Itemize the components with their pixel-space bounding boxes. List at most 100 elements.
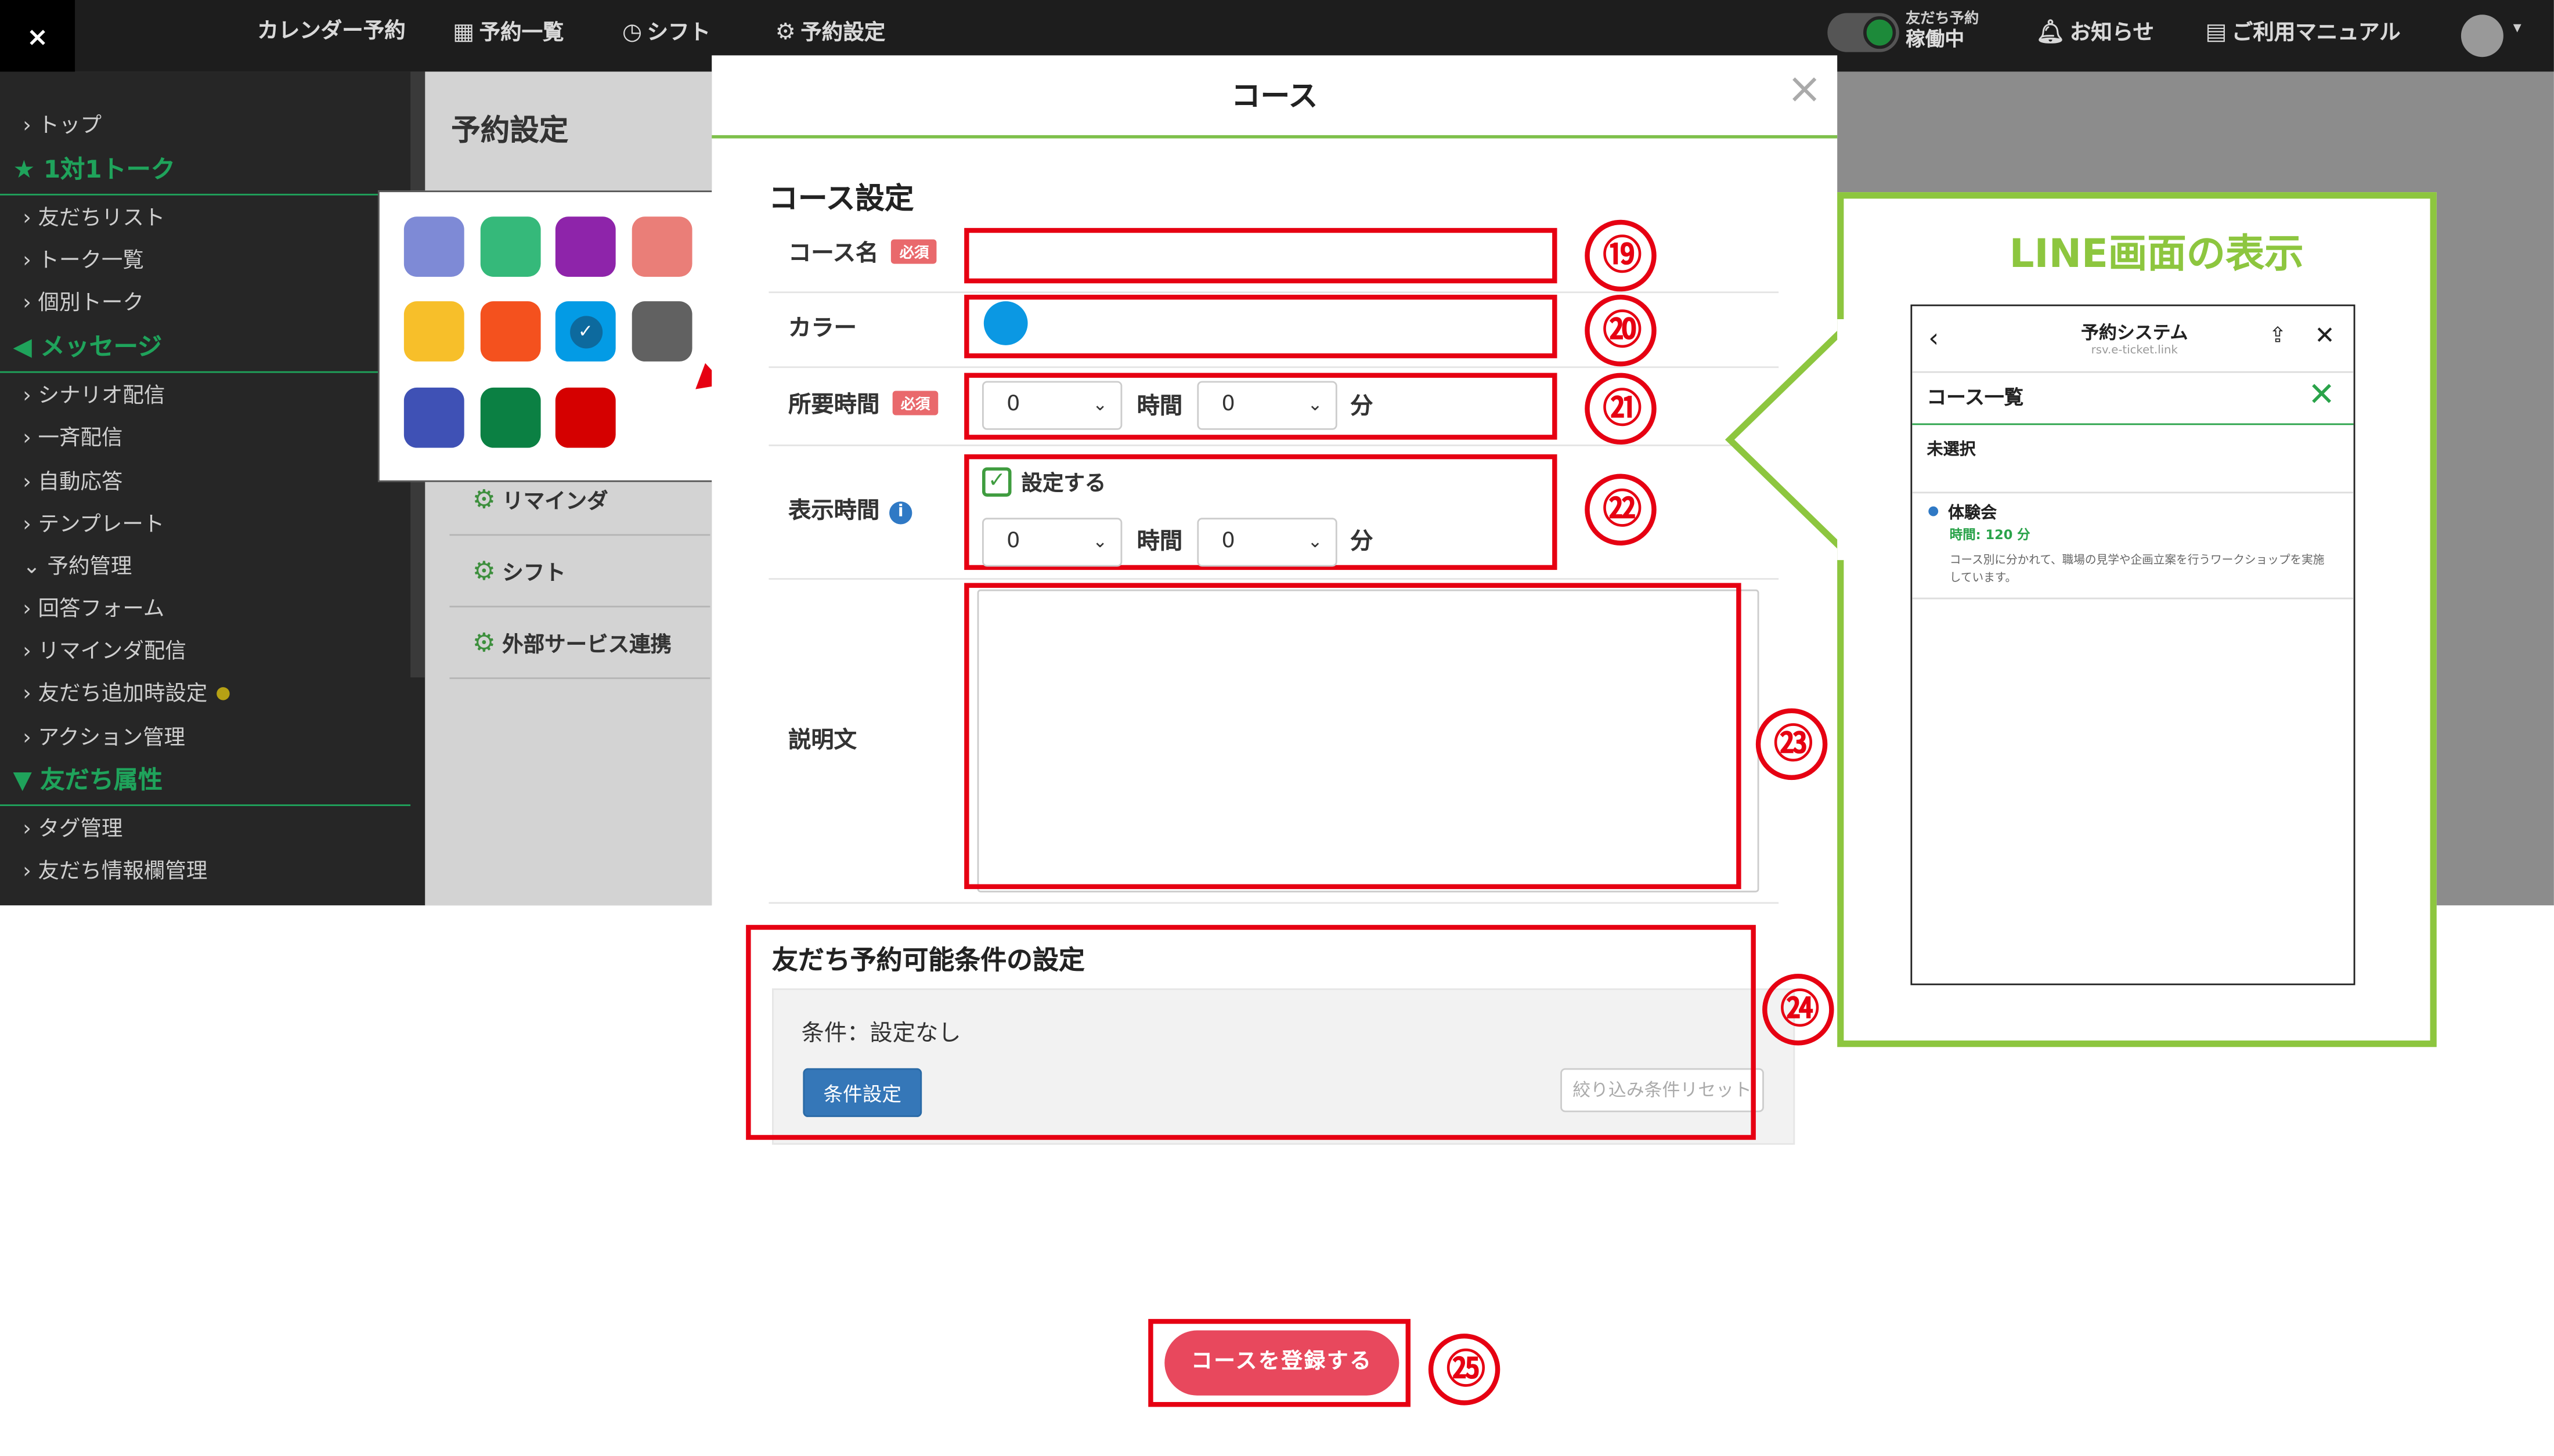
course-item-time: 時間: 120 分 (1949, 528, 2030, 543)
annotation-22: ㉒ (1585, 474, 1657, 546)
color-swatch[interactable] (403, 301, 464, 362)
sidebar-item-label: 友だちリスト (38, 207, 165, 232)
avatar[interactable] (2461, 15, 2504, 57)
close-icon: ✕ (2308, 374, 2336, 414)
color-swatch[interactable] (480, 387, 541, 448)
color-swatch[interactable] (632, 301, 692, 362)
divider (769, 578, 1779, 580)
hours-unit: 時間 (1137, 394, 1183, 420)
checkbox-label: 設定する (1021, 472, 1106, 497)
required-badge: 必須 (891, 239, 937, 264)
settings-menu-shift[interactable]: ⚙ シフト (449, 536, 710, 608)
sidebar-header-label: 友だち属性 (40, 765, 163, 795)
duration-minutes-select[interactable]: 0 ⌄ (1197, 381, 1337, 430)
sidebar-item-talk-list[interactable]: › トーク一覧 (23, 243, 144, 273)
info-icon[interactable]: i (889, 501, 912, 525)
divider (769, 291, 1779, 294)
page-title: 予約設定 (451, 114, 569, 149)
sidebar-item-auto-reply[interactable]: › 自動応答 (23, 464, 122, 495)
callout-pointer (1725, 319, 1850, 561)
sidebar-item-friend-info-management[interactable]: › 友だち情報欄管理 (23, 853, 207, 884)
color-swatch[interactable] (555, 387, 616, 448)
description-label: 説明文 (788, 728, 857, 754)
chevron-down-icon[interactable]: ▾ (2513, 20, 2521, 38)
close-icon[interactable]: × (1787, 65, 1822, 114)
nav-reservation-list[interactable]: ▦ 予約一覧 (453, 0, 564, 71)
color-swatch[interactable] (555, 216, 616, 277)
color-swatch[interactable] (555, 301, 616, 362)
calendar-icon: ▦ (453, 19, 475, 46)
sidebar-item-label: トップ (38, 114, 102, 139)
label-text: コース名 (788, 241, 879, 268)
duration-label: 所要時間 必須 (788, 388, 939, 420)
register-highlight (1148, 1318, 1411, 1407)
reservation-status-toggle[interactable] (1827, 13, 1899, 52)
color-swatch[interactable] (632, 216, 692, 277)
sidebar-item-template[interactable]: › テンプレート (23, 507, 164, 537)
annotation-24: ㉔ (1762, 973, 1834, 1046)
notice-link[interactable]: 🔔︎ お知らせ (2036, 0, 2155, 71)
sidebar-header-label: メッセージ (40, 332, 163, 362)
sidebar-item-label: トーク一覧 (38, 249, 144, 274)
display-time-label: 表示時間 i (788, 493, 912, 526)
divider (0, 193, 411, 196)
settings-menu-external-service[interactable]: ⚙ 外部サービス連携 (449, 608, 710, 680)
sidebar-item-reminder[interactable]: › リマインダ配信 (23, 634, 186, 664)
sidebar-item-friend-add-settings[interactable]: › 友だち追加時設定 (23, 675, 230, 707)
display-time-checkbox[interactable]: ✓ (982, 467, 1012, 497)
color-swatch[interactable] (480, 301, 541, 362)
sidebar-item-tag-management[interactable]: › タグ管理 (23, 811, 123, 842)
settings-menu-label: リマインダ (502, 490, 608, 515)
sidebar-item-label: リマインダ配信 (38, 640, 186, 664)
sidebar-header-message: ◀ メッセージ (13, 329, 162, 363)
duration-hours-select[interactable]: 0 ⌄ (982, 381, 1123, 430)
sidebar-item-top[interactable]: › トップ (23, 107, 102, 138)
color-picker-button[interactable] (983, 301, 1028, 345)
sidebar-item-individual-talk[interactable]: › 個別トーク (23, 285, 144, 316)
divider (769, 902, 1779, 904)
unselected-label: 未選択 (1927, 441, 1976, 460)
select-value: 0 (1007, 529, 1020, 554)
nav-calendar-reservation[interactable]: カレンダー予約 (257, 0, 405, 71)
sidebar-item-label: タグ管理 (38, 817, 123, 842)
phone-mockup: ‹ 予約システム rsv.e-ticket.link ⇪ ✕ コース一覧 ✕ 未… (1910, 304, 2355, 985)
sidebar-item-label: 個別トーク (38, 291, 144, 316)
divider (1912, 492, 2354, 494)
chevron-down-icon: ⌄ (1307, 394, 1323, 416)
modal-title: コース (712, 55, 1838, 139)
sidebar-item-label: 回答フォーム (38, 597, 165, 622)
megaphone-icon: ◀ (13, 332, 32, 362)
sidebar-item-label: 自動応答 (38, 470, 123, 496)
screen: × カレンダー予約 ▦ 予約一覧 ◷ シフト ⚙ 予約設定 友だち予約 稼働中 🔔︎ お知… (0, 0, 2554, 1456)
select-value: 0 (1007, 392, 1020, 417)
sidebar-item-friends-list[interactable]: › 友だちリスト (23, 200, 165, 231)
close-sidebar-button[interactable]: × (0, 0, 75, 72)
color-swatch[interactable] (403, 216, 464, 277)
annotation-23: ㉓ (1755, 708, 1828, 781)
sidebar-item-broadcast[interactable]: › 一斉配信 (23, 420, 122, 451)
select-value: 0 (1221, 529, 1235, 554)
close-icon: ✕ (2314, 320, 2335, 351)
sidebar-item-action-management[interactable]: › アクション管理 (23, 720, 185, 750)
line-preview-title: LINE画面の表示 (2009, 231, 2304, 277)
label-text: 表示時間 (788, 498, 880, 525)
sidebar-item-scenario[interactable]: › シナリオ配信 (23, 378, 165, 409)
toggle-label-top: 友だち予約 (1906, 11, 1979, 28)
select-value: 0 (1221, 392, 1235, 417)
required-badge: 必須 (892, 391, 939, 416)
course-name-input[interactable] (964, 227, 1557, 284)
sidebar-item-reservation-management[interactable]: ⌄ 予約管理 (23, 549, 132, 580)
display-minutes-select[interactable]: 0 ⌄ (1197, 518, 1337, 567)
nav-shift[interactable]: ◷ シフト (622, 0, 710, 71)
color-swatch[interactable] (480, 216, 541, 277)
sidebar-header-friend-attributes: ▼ 友だち属性 (13, 762, 163, 796)
annotation-25: ㉕ (1428, 1334, 1500, 1406)
sidebar-item-answer-form[interactable]: › 回答フォーム (23, 591, 164, 622)
divider (769, 366, 1779, 368)
share-icon: ⇪ (2268, 324, 2287, 349)
display-hours-select[interactable]: 0 ⌄ (982, 518, 1123, 567)
color-swatch[interactable] (403, 387, 464, 448)
sidebar-item-label: アクション管理 (38, 726, 186, 751)
bell-icon: 🔔︎ (2036, 19, 2065, 46)
manual-link[interactable]: ▤ ご利用マニュアル (2205, 0, 2400, 71)
